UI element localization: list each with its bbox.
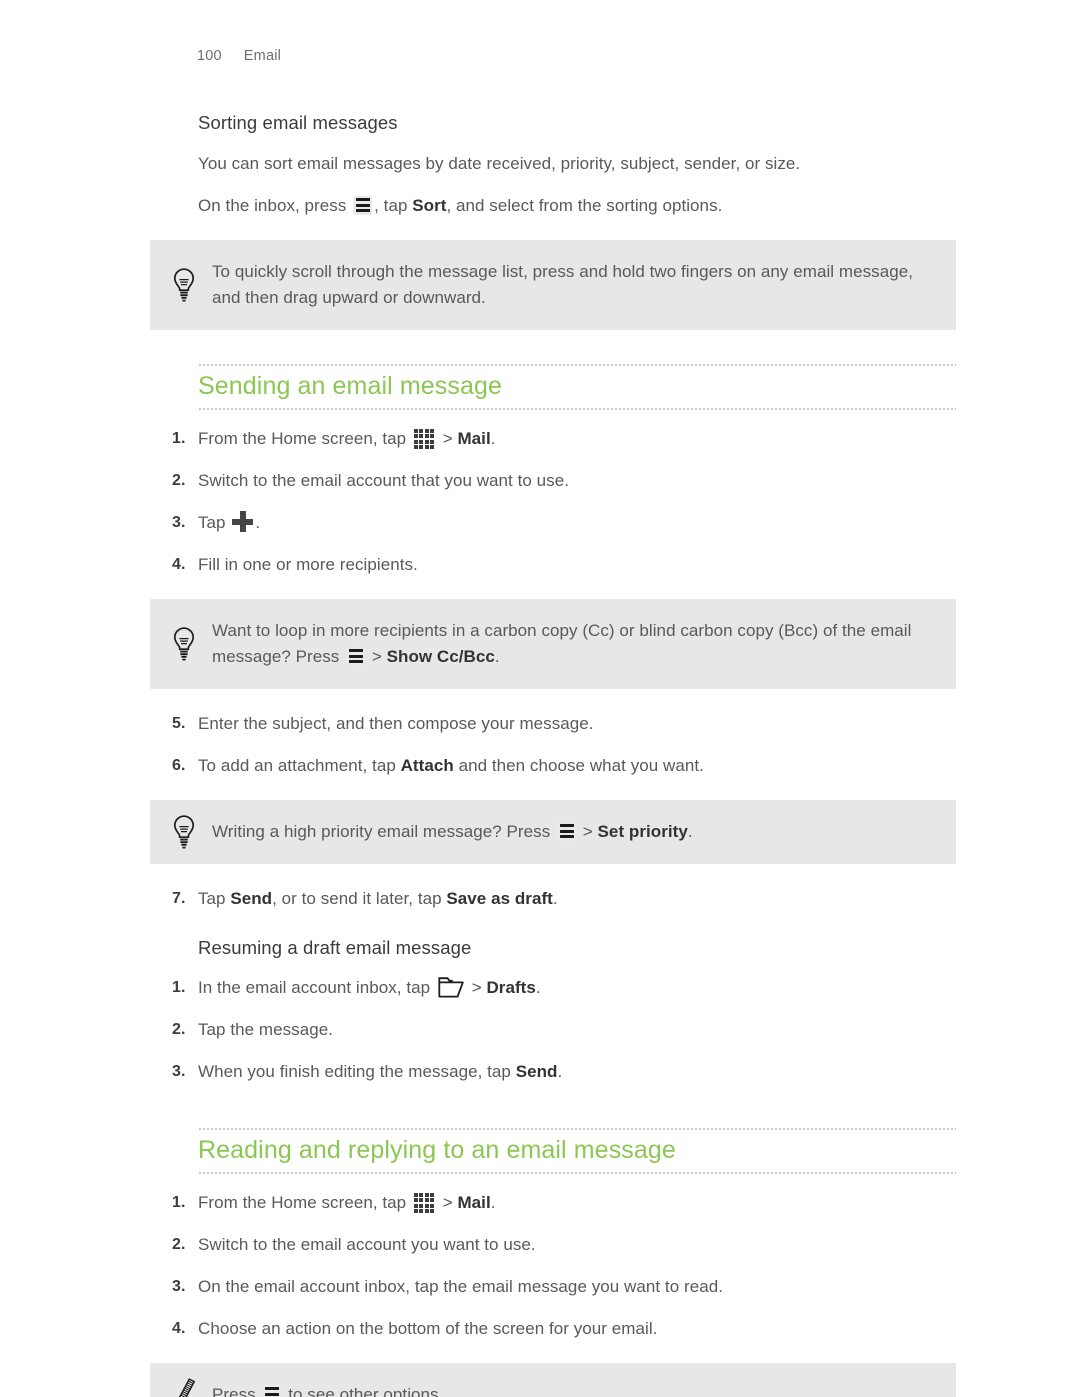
app-grid-icon	[413, 428, 435, 449]
list-item: Tap the message.	[172, 1017, 333, 1042]
steps-resuming-draft: In the email account inbox, tap > Drafts…	[150, 975, 956, 1084]
section-heading-sending: Sending an email message	[198, 364, 956, 410]
note-box-other-options: Press to see other options.	[150, 1363, 956, 1397]
list-item: From the Home screen, tap > Mail.	[172, 426, 496, 451]
section-heading-reading: Reading and replying to an email message	[198, 1128, 956, 1174]
subheading-resuming-draft: Resuming a draft email message	[198, 937, 472, 958]
lightbulb-icon	[169, 266, 199, 304]
tip-box-scroll: To quickly scroll through the message li…	[150, 240, 956, 330]
heading-sending: Sending an email message	[198, 372, 502, 400]
list-item: Choose an action on the bottom of the sc…	[172, 1316, 658, 1341]
emphasis-text: Set priority	[597, 822, 688, 841]
steps-sending-2: Enter the subject, and then compose your…	[150, 711, 956, 778]
list-item: From the Home screen, tap > Mail.	[172, 1190, 496, 1215]
lightbulb-icon	[169, 813, 199, 851]
dotted-rule-bottom	[198, 1172, 956, 1174]
pencil-icon	[169, 1376, 199, 1397]
tip-box-cc-bcc: Want to loop in more recipients in a car…	[150, 599, 956, 689]
emphasis-text: Show Cc/Bcc	[386, 647, 495, 666]
manual-page: 100 Email Sorting email messages You can …	[0, 0, 1080, 1397]
menu-icon	[557, 822, 577, 841]
list-item: Fill in one or more recipients.	[172, 552, 418, 577]
list-item: Tap .	[172, 510, 261, 535]
list-item: When you finish editing the message, tap…	[172, 1059, 563, 1084]
section-sorting: Sorting email messages You can sort emai…	[150, 112, 956, 218]
menu-icon	[353, 196, 373, 215]
emphasis-text: Sort	[412, 196, 447, 215]
list-item: Switch to the email account you want to …	[172, 1232, 536, 1257]
emphasis-text: Mail	[457, 1193, 491, 1212]
emphasis-text: Drafts	[486, 978, 536, 997]
emphasis-text: Send	[230, 889, 273, 908]
steps-reading: From the Home screen, tap > Mail. Switch…	[150, 1190, 956, 1341]
chapter-name: Email	[243, 48, 282, 64]
steps-sending-1: From the Home screen, tap > Mail. Switch…	[150, 426, 956, 577]
folder-icon	[438, 976, 464, 998]
emphasis-text: Attach	[400, 756, 454, 775]
heading-reading: Reading and replying to an email message	[198, 1136, 676, 1164]
menu-icon	[346, 647, 366, 666]
tip-box-set-priority: Writing a high priority email message? P…	[150, 800, 956, 864]
tip-text-set-priority: Writing a high priority email message? P…	[212, 822, 693, 841]
tip-text-scroll: To quickly scroll through the message li…	[212, 262, 914, 307]
list-item: On the email account inbox, tap the emai…	[172, 1274, 723, 1299]
tip-text-cc-bcc: Want to loop in more recipients in a car…	[212, 621, 912, 666]
list-item: Tap Send, or to send it later, tap Save …	[172, 886, 558, 911]
list-item: In the email account inbox, tap > Drafts…	[172, 975, 541, 1000]
paragraph-sort-steps: On the inbox, press , tap Sort, and sele…	[198, 196, 723, 215]
list-item: To add an attachment, tap Attach and the…	[172, 753, 704, 778]
dotted-rule-bottom	[198, 408, 956, 410]
menu-icon	[262, 1385, 282, 1397]
list-item: Switch to the email account that you wan…	[172, 468, 569, 493]
page-content: Sorting email messages You can sort emai…	[150, 100, 956, 1397]
paragraph-sort-intro: You can sort email messages by date rece…	[198, 154, 801, 173]
subsection-resuming-draft: Resuming a draft email message	[150, 937, 956, 959]
app-grid-icon	[413, 1192, 435, 1213]
emphasis-text: Save as draft	[446, 889, 553, 908]
subheading-sorting: Sorting email messages	[198, 112, 398, 133]
emphasis-text: Mail	[457, 429, 491, 448]
page-number: 100	[197, 48, 222, 64]
emphasis-text: Send	[515, 1062, 558, 1081]
list-item: Enter the subject, and then compose your…	[172, 711, 594, 736]
lightbulb-icon	[169, 625, 199, 663]
note-text-other-options: Press to see other options.	[212, 1382, 926, 1397]
steps-sending-3: Tap Send, or to send it later, tap Save …	[150, 886, 956, 911]
running-header: 100 Email	[197, 48, 281, 64]
plus-icon	[232, 511, 254, 532]
